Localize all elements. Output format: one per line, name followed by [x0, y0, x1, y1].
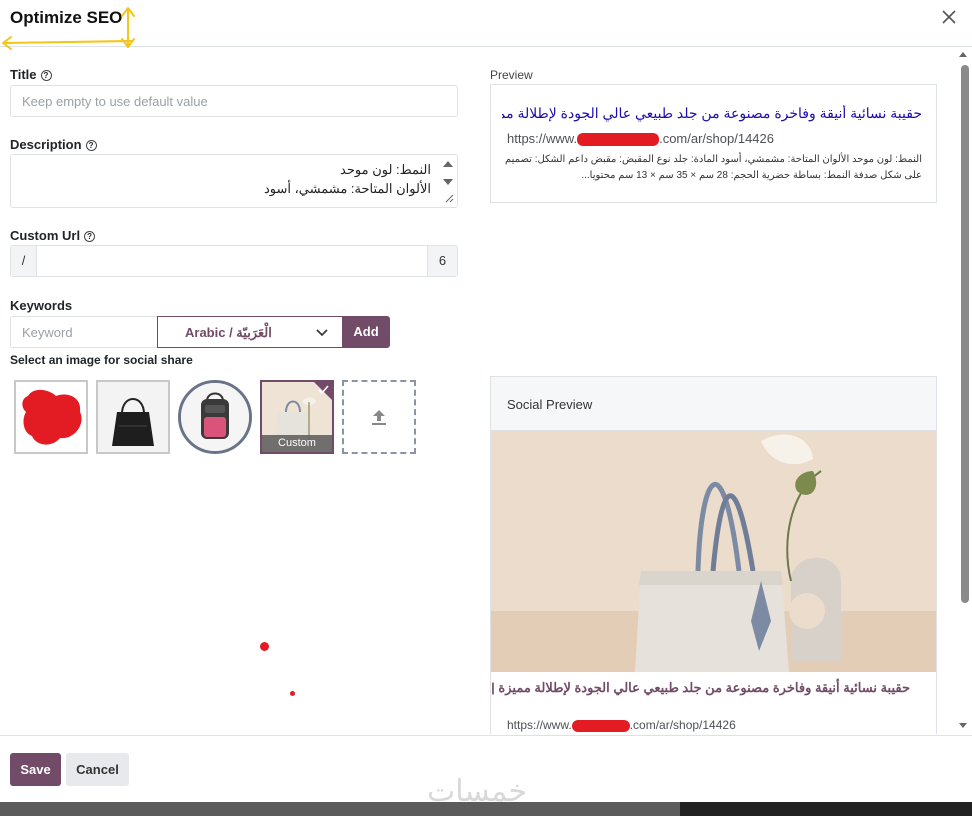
- description-label: Description?: [10, 137, 97, 152]
- seo-dialog: Optimize SEO Title? Keep empty to use de…: [0, 0, 972, 809]
- keywords-label: Keywords: [10, 298, 73, 313]
- keyword-input[interactable]: Keyword: [10, 316, 158, 348]
- description-line: النمط: لون موحد: [340, 162, 431, 177]
- social-preview-title: حقيبة نسائية أنيقة وفاخرة مصنوعة من جلد …: [491, 680, 910, 695]
- custom-url-group: / 6: [10, 245, 458, 277]
- red-mark: [260, 642, 269, 651]
- keyword-placeholder: Keyword: [22, 325, 73, 340]
- preview-url: https://www. .com/ar/shop/14426: [507, 131, 774, 147]
- social-image-option-redacted[interactable]: [14, 380, 88, 454]
- scrollbar-thumb[interactable]: [961, 65, 969, 603]
- redacted-image: [16, 382, 86, 452]
- black-bag-image: [98, 382, 168, 452]
- url-start: https://www.: [507, 131, 578, 146]
- scroll-up-icon[interactable]: [958, 50, 968, 58]
- url-prefix: /: [11, 246, 37, 276]
- background-strip: [0, 802, 972, 816]
- url-char-count: 6: [427, 246, 457, 276]
- save-button[interactable]: Save: [10, 753, 61, 786]
- social-preview: Social Preview حقيبة نسائية أنيقة وفاخرة…: [490, 376, 937, 734]
- background-dark: [680, 802, 972, 816]
- custom-url-label: Custom Url?: [10, 228, 96, 243]
- language-select[interactable]: Arabic / الْعَرَبيّة: [157, 316, 343, 348]
- description-textarea[interactable]: النمط: لون موحد الألوان المتاحة: مشمشي، …: [10, 154, 458, 208]
- description-line: الألوان المتاحة: مشمشي، أسود: [263, 181, 431, 196]
- title-label: Title?: [10, 67, 52, 82]
- close-icon[interactable]: [940, 8, 958, 26]
- url-end: .com/ar/shop/14426: [629, 718, 736, 732]
- social-image-option-custom[interactable]: Custom: [260, 380, 334, 454]
- url-end: .com/ar/shop/14426: [659, 131, 774, 146]
- social-image-label: Select an image for social share: [10, 353, 193, 367]
- social-preview-label: Social Preview: [491, 377, 936, 431]
- dialog-body: Title? Keep empty to use default value D…: [0, 48, 958, 734]
- help-icon[interactable]: ?: [84, 231, 96, 242]
- social-image-option-backpack[interactable]: [178, 380, 252, 454]
- social-image-option-bag[interactable]: [96, 380, 170, 454]
- redacted-domain: [577, 133, 660, 147]
- custom-badge: Custom: [262, 435, 332, 452]
- dialog-footer: Save Cancel خمسات: [0, 735, 972, 809]
- search-preview: حقيبة نسائية أنيقة وفاخرة مصنوعة من جلد …: [490, 84, 937, 203]
- preview-title: حقيبة نسائية أنيقة وفاخرة مصنوعة من جلد …: [502, 105, 922, 121]
- url-start: https://www.: [507, 718, 572, 732]
- dialog-title: Optimize SEO: [10, 8, 123, 27]
- title-input[interactable]: Keep empty to use default value: [10, 85, 458, 117]
- social-preview-image: [491, 431, 936, 672]
- chevron-down-icon: [316, 329, 328, 337]
- cancel-button[interactable]: Cancel: [66, 753, 129, 786]
- textarea-scroll-arrows[interactable]: [441, 158, 455, 204]
- upload-image-button[interactable]: [342, 380, 416, 454]
- scroll-down-icon[interactable]: [958, 722, 968, 730]
- title-placeholder: Keep empty to use default value: [22, 94, 208, 109]
- add-keyword-button[interactable]: Add: [342, 316, 390, 348]
- language-selected: Arabic / الْعَرَبيّة: [185, 325, 272, 340]
- help-icon[interactable]: ?: [40, 70, 52, 81]
- preview-description: النمط: لون موحد الألوان المتاحة: مشمشي، …: [505, 154, 922, 181]
- upload-icon: [372, 410, 386, 425]
- dialog-header: Optimize SEO: [0, 0, 972, 50]
- red-mark: [290, 691, 295, 696]
- custom-url-input[interactable]: [38, 246, 426, 276]
- help-icon[interactable]: ?: [85, 140, 97, 151]
- preview-label: Preview: [490, 68, 533, 82]
- social-preview-url: https://www. .com/ar/shop/14426: [507, 718, 736, 732]
- redacted-domain: [571, 719, 630, 732]
- backpack-image: [181, 383, 249, 451]
